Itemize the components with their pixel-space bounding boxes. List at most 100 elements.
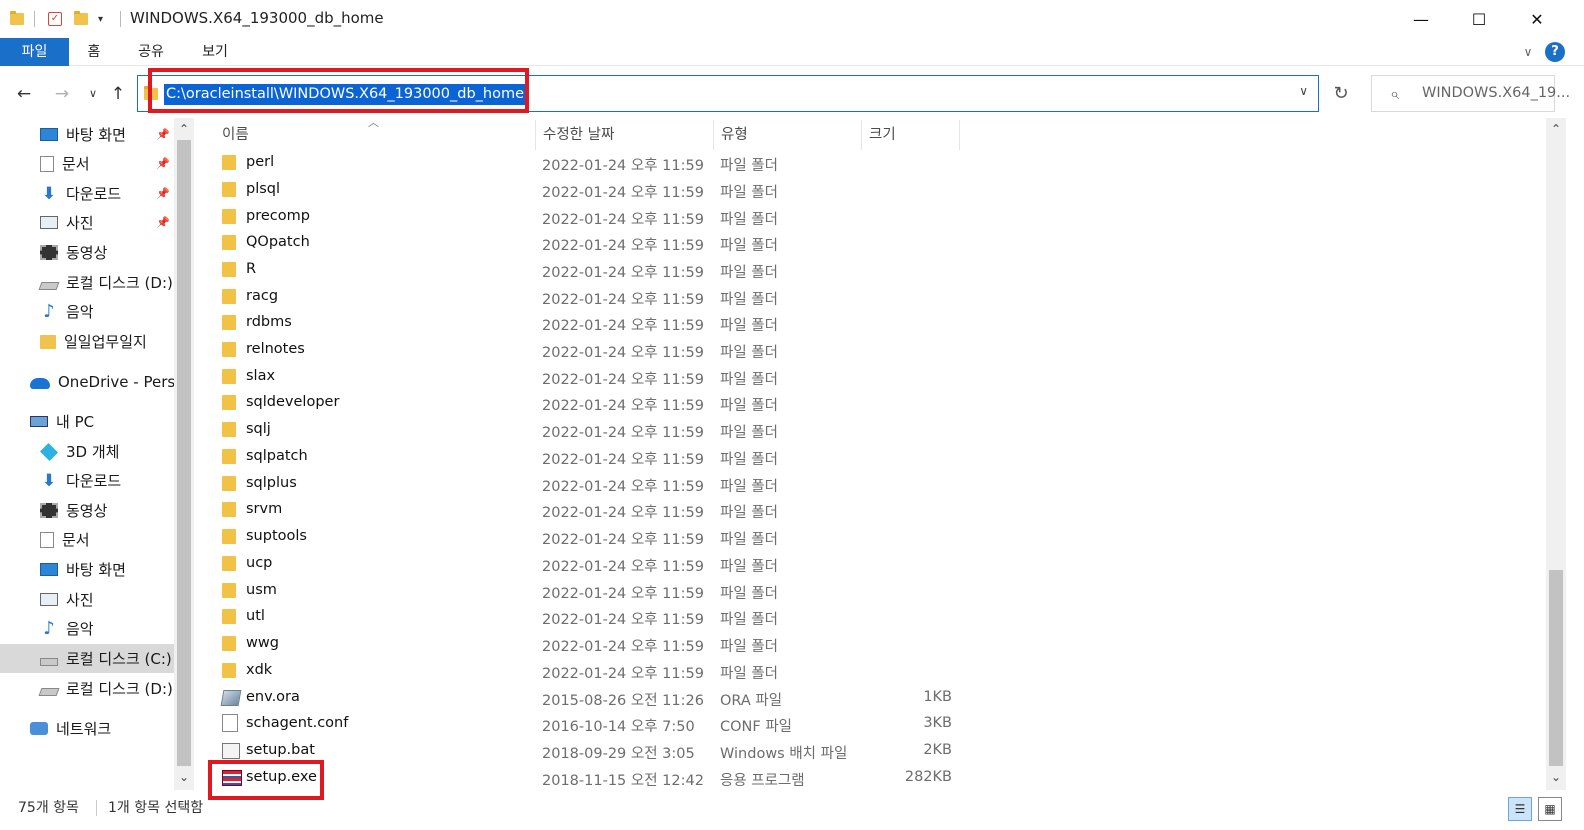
file-row-srvm[interactable]: srvm 2022-01-24 오후 11:59 파일 폴더 xyxy=(214,497,964,524)
file-name: sqldeveloper xyxy=(246,394,340,410)
sidebar-item-desktop-pc[interactable]: 바탕 화면 xyxy=(0,555,174,584)
maximize-button[interactable]: ☐ xyxy=(1450,0,1508,38)
file-row-sqlplus[interactable]: sqlplus 2022-01-24 오후 11:59 파일 폴더 xyxy=(214,471,964,498)
file-type: 파일 폴더 xyxy=(720,425,778,441)
properties-icon[interactable]: ✓ xyxy=(48,9,62,29)
scroll-up-icon[interactable]: ⌃ xyxy=(1546,122,1566,136)
recent-locations-button[interactable]: ∨ xyxy=(84,80,102,108)
column-header-type[interactable]: 유형 xyxy=(713,124,861,150)
sidebar-item-onedrive[interactable]: OneDrive - Personal xyxy=(0,367,174,396)
file-name: R xyxy=(246,261,257,277)
sidebar-item-label: 로컬 디스크 (D:) xyxy=(66,680,173,698)
sidebar-item-daily-log[interactable]: 일일업무일지 xyxy=(0,327,174,356)
sidebar-item-network[interactable]: 네트워크 xyxy=(0,714,174,743)
file-row-env-ora[interactable]: env.ora 2015-08-26 오전 11:26 ORA 파일 1KB xyxy=(214,685,964,712)
file-list-scrollbar[interactable]: ⌃ ⌄ xyxy=(1546,118,1566,790)
folder-icon xyxy=(222,556,236,575)
sidebar-item-music-pc[interactable]: ♪ 음악 xyxy=(0,614,174,643)
file-type: 파일 폴더 xyxy=(720,398,778,414)
file-row-rdbms[interactable]: rdbms 2022-01-24 오후 11:59 파일 폴더 xyxy=(214,310,964,337)
file-row-relnotes[interactable]: relnotes 2022-01-24 오후 11:59 파일 폴더 xyxy=(214,337,964,364)
music-icon: ♪ xyxy=(43,617,55,639)
sidebar-scrollbar[interactable]: ⌃ ⌄ xyxy=(174,118,194,790)
file-row-sqlpatch[interactable]: sqlpatch 2022-01-24 오후 11:59 파일 폴더 xyxy=(214,444,964,471)
file-row-utl[interactable]: utl 2022-01-24 오후 11:59 파일 폴더 xyxy=(214,604,964,631)
file-row-qopatch[interactable]: QOpatch 2022-01-24 오후 11:59 파일 폴더 xyxy=(214,230,964,257)
sidebar-item-pictures[interactable]: 사진 📌 xyxy=(0,208,174,237)
file-name: setup.bat xyxy=(246,742,315,758)
file-row-slax[interactable]: slax 2022-01-24 오후 11:59 파일 폴더 xyxy=(214,364,964,391)
quick-access-folder-icon[interactable] xyxy=(10,9,24,29)
sidebar-item-videos-pc[interactable]: 동영상 xyxy=(0,496,174,525)
scroll-up-icon[interactable]: ⌃ xyxy=(174,122,194,136)
file-type: 파일 폴더 xyxy=(720,265,778,281)
customize-toolbar-icon[interactable]: ▾ xyxy=(98,9,103,29)
sidebar-item-documents-pc[interactable]: 문서 xyxy=(0,525,174,554)
file-row-setup-bat[interactable]: setup.bat 2018-09-29 오전 3:05 Windows 배치 파일… xyxy=(214,738,964,765)
large-icons-view-icon[interactable]: ▦ xyxy=(1538,797,1562,821)
help-icon[interactable]: ? xyxy=(1545,42,1565,62)
tab-home[interactable]: 홈 xyxy=(78,38,110,66)
scrollbar-thumb[interactable] xyxy=(1549,570,1563,766)
file-row-precomp[interactable]: precomp 2022-01-24 오후 11:59 파일 폴더 xyxy=(214,204,964,231)
file-row-r[interactable]: R 2022-01-24 오후 11:59 파일 폴더 xyxy=(214,257,964,284)
file-row-plsql[interactable]: plsql 2022-01-24 오후 11:59 파일 폴더 xyxy=(214,177,964,204)
file-row-suptools[interactable]: suptools 2022-01-24 오후 11:59 파일 폴더 xyxy=(214,524,964,551)
tab-view[interactable]: 보기 xyxy=(194,38,236,66)
file-row-schagent-conf[interactable]: schagent.conf 2016-10-14 오후 7:50 CONF 파일 3K… xyxy=(214,711,964,738)
scroll-down-icon[interactable]: ⌄ xyxy=(1546,770,1566,784)
forward-button[interactable]: → xyxy=(50,80,74,108)
file-row-xdk[interactable]: xdk 2022-01-24 오후 11:59 파일 폴더 xyxy=(214,658,964,685)
up-button[interactable]: ↑ xyxy=(106,80,130,108)
file-row-perl[interactable]: perl 2022-01-24 오후 11:59 파일 폴더 xyxy=(214,150,964,177)
close-button[interactable]: ✕ xyxy=(1508,0,1566,38)
file-row-usm[interactable]: usm 2022-01-24 오후 11:59 파일 폴더 xyxy=(214,578,964,605)
scrollbar-thumb[interactable] xyxy=(177,140,191,766)
expand-ribbon-icon[interactable]: ∨ xyxy=(1518,38,1538,66)
sidebar-item-local-disk-d[interactable]: 로컬 디스크 (D:) xyxy=(0,268,174,297)
column-separator[interactable] xyxy=(959,120,960,150)
sidebar-item-local-disk-c[interactable]: 로컬 디스크 (C:) xyxy=(0,644,174,673)
folder-icon xyxy=(222,262,236,281)
sidebar-item-pictures-pc[interactable]: 사진 xyxy=(0,585,174,614)
search-box[interactable]: ⌕ WINDOWS.X64_19... xyxy=(1371,75,1570,112)
tab-share[interactable]: 공유 xyxy=(130,38,172,66)
file-name: rdbms xyxy=(246,314,292,330)
refresh-button[interactable]: ↻ xyxy=(1322,75,1360,112)
file-row-sqldeveloper[interactable]: sqldeveloper 2022-01-24 오후 11:59 파일 폴더 xyxy=(214,390,964,417)
status-bar: 75개 항목 1개 항목 선택함 xyxy=(0,792,1584,822)
address-dropdown-button[interactable]: ∨ xyxy=(1299,84,1308,98)
sidebar-item-this-pc[interactable]: 내 PC xyxy=(0,407,174,436)
sidebar-item-downloads[interactable]: ⬇ 다운로드 📌 xyxy=(0,179,174,208)
sidebar-item-documents[interactable]: 문서 📌 xyxy=(0,149,174,178)
sidebar-item-3d-objects[interactable]: 3D 개체 xyxy=(0,437,174,466)
sidebar-item-videos[interactable]: 동영상 xyxy=(0,238,174,267)
file-type: 파일 폴더 xyxy=(720,452,778,468)
details-view-icon[interactable]: ☰ xyxy=(1508,797,1532,821)
column-header-modified[interactable]: 수정한 날짜 xyxy=(535,124,713,150)
file-row-wwg[interactable]: wwg 2022-01-24 오후 11:59 파일 폴더 xyxy=(214,631,964,658)
documents-icon xyxy=(40,531,54,548)
minimize-button[interactable]: — xyxy=(1392,0,1450,38)
new-folder-icon[interactable] xyxy=(74,9,88,29)
file-date: 2022-01-24 오후 11:59 xyxy=(542,666,704,682)
file-row-sqlj[interactable]: sqlj 2022-01-24 오후 11:59 파일 폴더 xyxy=(214,417,964,444)
drive-icon xyxy=(38,687,60,696)
tab-file[interactable]: 파일 xyxy=(0,38,69,66)
sidebar-item-local-disk-d-pc[interactable]: 로컬 디스크 (D:) xyxy=(0,674,174,703)
file-row-setup-exe[interactable]: setup.exe 2018-11-15 오전 12:42 응용 프로그램 282KB xyxy=(214,765,964,792)
folder-icon xyxy=(222,155,236,174)
back-button[interactable]: ← xyxy=(12,80,36,108)
sidebar-item-desktop[interactable]: 바탕 화면 📌 xyxy=(0,120,174,149)
file-type: 파일 폴더 xyxy=(720,345,778,361)
sidebar-item-label: 사진 xyxy=(66,214,94,232)
sidebar-item-music[interactable]: ♪ 음악 xyxy=(0,297,174,326)
file-row-racg[interactable]: racg 2022-01-24 오후 11:59 파일 폴더 xyxy=(214,284,964,311)
scroll-down-icon[interactable]: ⌄ xyxy=(174,770,194,784)
file-row-ucp[interactable]: ucp 2022-01-24 오후 11:59 파일 폴더 xyxy=(214,551,964,578)
sidebar-item-label: 일일업무일지 xyxy=(64,333,147,351)
column-header-size[interactable]: 크기 xyxy=(861,124,959,150)
column-header-name[interactable]: 이름 xyxy=(214,124,534,150)
file-size: 1KB xyxy=(923,689,952,705)
sidebar-item-downloads-pc[interactable]: ⬇ 다운로드 xyxy=(0,466,174,495)
